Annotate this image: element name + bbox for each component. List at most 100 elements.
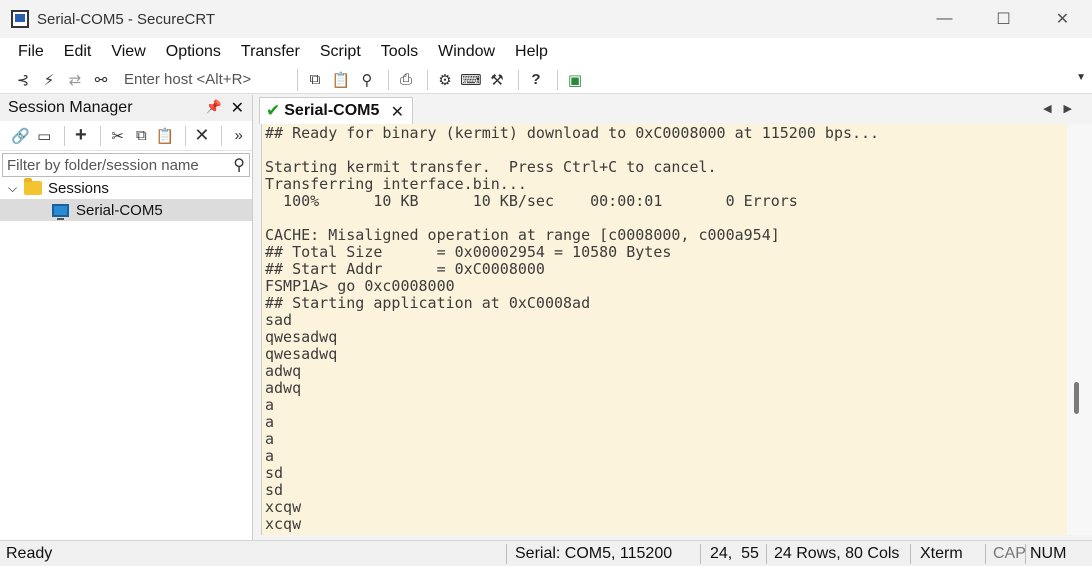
minimize-button[interactable]: — xyxy=(915,0,974,38)
terminal-line: sd xyxy=(265,481,284,499)
sftp-icon[interactable]: ⚒ xyxy=(486,69,508,91)
menu-bar: File Edit View Options Transfer Script T… xyxy=(0,38,1092,66)
more-icon[interactable]: » xyxy=(228,125,249,147)
pin-icon[interactable]: 📌 xyxy=(206,99,222,115)
toolbar-separator xyxy=(388,69,389,90)
terminal-line: a xyxy=(265,396,275,414)
toolbar-separator xyxy=(63,125,65,146)
toolbar-separator xyxy=(184,125,186,146)
session-manager-header: Session Manager 📌 ✕ xyxy=(0,95,252,121)
terminal-line: 100% 10 KB 10 KB/sec 00:00:01 0 Errors xyxy=(265,192,798,210)
terminal-line: Starting kermit transfer. Press Ctrl+C t… xyxy=(265,158,717,176)
copy-session-icon[interactable]: ⧉ xyxy=(131,125,152,147)
help-icon[interactable]: ? xyxy=(525,69,547,91)
terminal-output[interactable]: ## Ready for binary (kermit) download to… xyxy=(261,124,1067,535)
add-session-icon[interactable]: + xyxy=(71,124,92,147)
status-connection: Serial: COM5, 115200 xyxy=(515,545,673,562)
terminal-line: a xyxy=(265,447,275,465)
session-filter: ⚲ xyxy=(2,153,250,177)
status-terminal-size: 24 Rows, 80 Cols xyxy=(774,545,900,562)
reconnect-icon[interactable]: ⇄ xyxy=(64,69,86,91)
status-num-lock: NUM xyxy=(1030,545,1067,562)
menu-transfer[interactable]: Transfer xyxy=(231,43,310,61)
securecrt-app-icon xyxy=(11,10,29,28)
tree-item-label: Serial-COM5 xyxy=(76,201,163,219)
terminal-line: adwq xyxy=(265,362,302,380)
terminal-line: Transferring interface.bin... xyxy=(265,175,527,193)
paste-icon[interactable]: 📋 xyxy=(330,69,352,91)
disconnect-icon[interactable]: ⚯ xyxy=(90,69,112,91)
paste-session-icon[interactable]: 📋 xyxy=(155,125,176,147)
tab-label: Serial-COM5 xyxy=(284,102,380,119)
scrollbar-thumb[interactable] xyxy=(1074,382,1079,414)
print-icon[interactable]: ⎙ xyxy=(395,69,417,91)
window-title: Serial-COM5 - SecureCRT xyxy=(37,10,216,28)
session-filter-input[interactable] xyxy=(3,156,223,174)
terminal-line: ## Starting application at 0xC0008ad xyxy=(265,294,591,312)
tree-item-label: Sessions xyxy=(48,179,109,197)
terminal-line: a xyxy=(265,413,275,431)
maximize-button[interactable]: ☐ xyxy=(974,0,1033,38)
terminal-line: qwesadwq xyxy=(265,328,338,346)
terminal-line: adwq xyxy=(265,379,302,397)
host-input[interactable] xyxy=(120,68,298,91)
find-icon[interactable]: ⚲ xyxy=(356,69,378,91)
copy-icon[interactable]: ⧉ xyxy=(304,69,326,91)
chevron-down-icon[interactable]: ⌵ xyxy=(8,181,22,196)
status-ready: Ready xyxy=(6,545,53,562)
menu-options[interactable]: Options xyxy=(156,43,231,61)
terminal-line: ## Start Addr = 0xC0008000 xyxy=(265,260,545,278)
title-bar: Serial-COM5 - SecureCRT — ☐ ✕ xyxy=(0,0,1092,38)
toolbar-separator xyxy=(557,69,558,90)
monitor-icon xyxy=(52,203,69,220)
status-separator xyxy=(1025,544,1026,564)
delete-icon[interactable]: ✕ xyxy=(192,125,213,147)
terminal-line: CACHE: Misaligned operation at range [c0… xyxy=(265,226,780,244)
close-panel-icon[interactable]: ✕ xyxy=(231,98,244,118)
status-bar: Ready Serial: COM5, 115200 24, 55 24 Row… xyxy=(0,540,1092,566)
close-window-button[interactable]: ✕ xyxy=(1033,0,1092,38)
folder-icon xyxy=(24,178,42,195)
menu-window[interactable]: Window xyxy=(428,43,505,61)
toolbar-overflow-icon[interactable]: ▼ xyxy=(1076,72,1086,83)
terminal-line: FSMP1A> go 0xc0008000 xyxy=(265,277,455,295)
status-emulation: Xterm xyxy=(920,545,963,562)
terminal-line: ## Ready for binary (kermit) download to… xyxy=(265,124,880,142)
session-manager-panel: Session Manager 📌 ✕ 🔗 ▭ + ✂ ⧉ 📋 ✕ » ⚲ ⌵ … xyxy=(0,95,253,540)
toolbar-separator xyxy=(427,69,428,90)
settings-icon[interactable]: ⚙ xyxy=(434,69,456,91)
tab-scroll-arrows[interactable]: ◀▶ xyxy=(1043,102,1084,115)
link-icon[interactable]: 🔗 xyxy=(10,125,31,147)
quick-connect-icon[interactable]: ⚡ xyxy=(38,69,60,91)
menu-view[interactable]: View xyxy=(101,43,155,61)
terminal-scrollbar[interactable] xyxy=(1067,124,1092,535)
menu-edit[interactable]: Edit xyxy=(54,43,102,61)
search-icon[interactable]: ⚲ xyxy=(233,155,245,175)
status-separator xyxy=(506,544,507,564)
terminal-line: xcqw xyxy=(265,498,302,516)
tree-folder-sessions[interactable]: ⌵ Sessions xyxy=(0,177,252,199)
menu-script[interactable]: Script xyxy=(310,43,371,61)
menu-help[interactable]: Help xyxy=(505,43,558,61)
new-tab-icon[interactable]: ▭ xyxy=(34,125,55,147)
window-controls: — ☐ ✕ xyxy=(915,0,1092,38)
terminal-line: sad xyxy=(265,311,293,329)
menu-file[interactable]: File xyxy=(8,43,54,61)
connect-icon[interactable]: ⊰ xyxy=(12,69,34,91)
keygen-icon[interactable]: ▣ xyxy=(564,69,586,91)
connected-check-icon: ✔ xyxy=(266,101,281,120)
tree-session-serial-com5[interactable]: Serial-COM5 xyxy=(0,199,252,221)
main-toolbar: ⊰ ⚡ ⇄ ⚯ ⧉ 📋 ⚲ ⎙ ⚙ ⌨ ⚒ ? ▣ ▼ xyxy=(0,66,1092,94)
terminal-line: qwesadwq xyxy=(265,345,338,363)
keymap-icon[interactable]: ⌨ xyxy=(460,69,482,91)
session-manager-title: Session Manager xyxy=(8,99,133,116)
session-manager-toolbar: 🔗 ▭ + ✂ ⧉ 📋 ✕ » xyxy=(0,121,252,151)
cut-icon[interactable]: ✂ xyxy=(107,125,128,147)
tab-serial-com5[interactable]: ✔ Serial-COM5 ✕ xyxy=(259,97,413,124)
tab-bar: ✔ Serial-COM5 ✕ ◀▶ xyxy=(257,97,1092,124)
terminal-line: xcqw xyxy=(265,515,302,533)
menu-tools[interactable]: Tools xyxy=(371,43,428,61)
close-tab-icon[interactable]: ✕ xyxy=(391,102,404,122)
